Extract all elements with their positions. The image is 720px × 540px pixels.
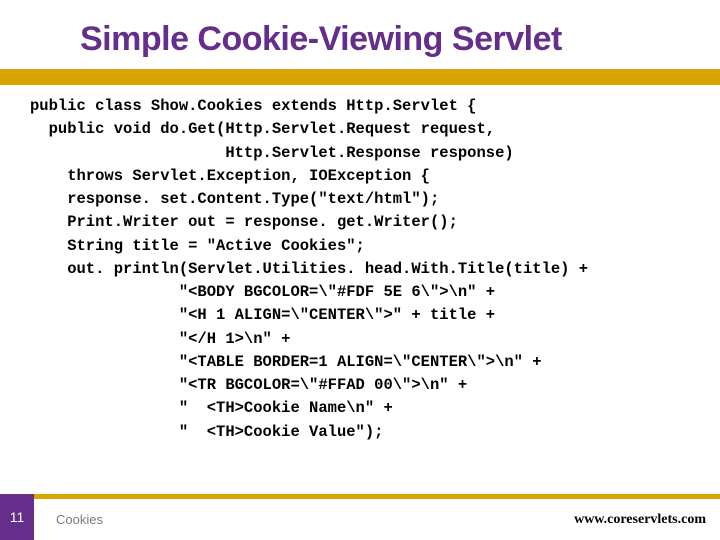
slide-number-badge: 11 [0,494,34,540]
code-listing: public class Show.Cookies extends Http.S… [0,85,720,444]
footer-topic: Cookies [56,512,103,527]
slide-title: Simple Cookie-Viewing Servlet [0,0,720,69]
footer-url: www.coreservlets.com [574,512,706,528]
accent-stripe [0,69,720,85]
footer: Cookies www.coreservlets.com [34,494,720,540]
